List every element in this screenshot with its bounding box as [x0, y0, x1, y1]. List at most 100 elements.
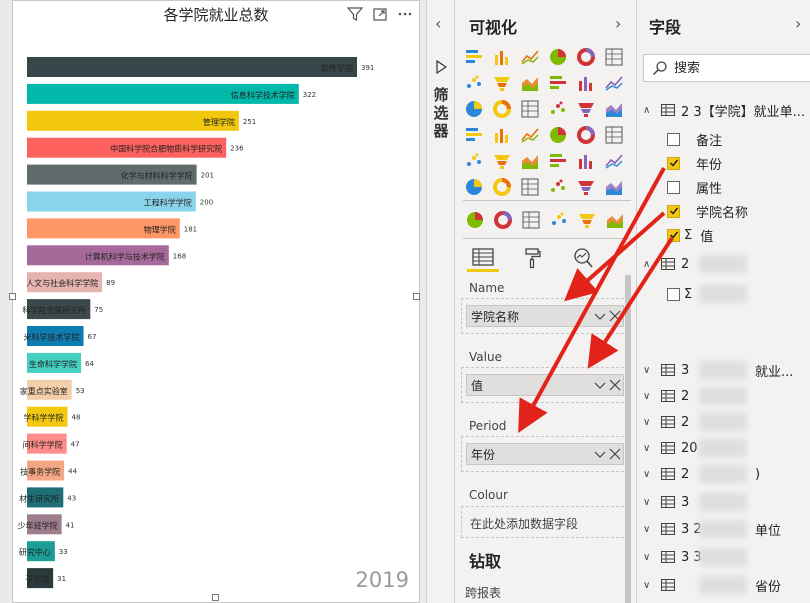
- fields-search[interactable]: [643, 54, 810, 82]
- field-item[interactable]: Σ值: [667, 223, 807, 247]
- hexbin-icon[interactable]: [575, 176, 597, 198]
- line-sparkline-icon[interactable]: [491, 208, 515, 232]
- chevron-down-icon[interactable]: ∨: [643, 497, 657, 508]
- visualizations-title: 可视化: [469, 18, 518, 37]
- checkbox[interactable]: [667, 132, 680, 146]
- stacked-area-icon[interactable]: [519, 72, 541, 94]
- period-field-chip[interactable]: 年份: [466, 443, 624, 465]
- chevron-down-icon[interactable]: ∨: [643, 469, 657, 480]
- chevron-down-icon[interactable]: [594, 309, 606, 323]
- table-expanded[interactable]: ∧ 2 3【学院】就业单...: [643, 98, 810, 122]
- clustered-bar-icon[interactable]: [519, 46, 541, 68]
- filters-label[interactable]: 筛选器: [432, 86, 450, 140]
- name-field-chip[interactable]: 学院名称: [466, 305, 624, 327]
- chevron-down-icon[interactable]: ∨: [643, 365, 657, 376]
- name-well[interactable]: 学院名称: [461, 298, 629, 334]
- globe-map-icon[interactable]: [463, 176, 485, 198]
- bar-label: 计算机科学与技术学院: [85, 251, 165, 261]
- chevron-up-icon[interactable]: ∧: [643, 259, 657, 270]
- more-visuals-icon[interactable]: [603, 176, 625, 198]
- colour-well[interactable]: 在此处添加数据字段: [461, 506, 629, 538]
- checkbox-checked[interactable]: [667, 204, 680, 218]
- checkbox-checked[interactable]: [667, 228, 680, 242]
- play-button-icon[interactable]: [603, 208, 627, 232]
- chevron-down-icon[interactable]: ∨: [643, 391, 657, 402]
- chevron-down-icon[interactable]: ∨: [643, 580, 657, 591]
- table-heatmap-icon[interactable]: [575, 208, 599, 232]
- stacked-bar-icon[interactable]: [463, 46, 485, 68]
- r-visual-icon[interactable]: [547, 150, 569, 172]
- stacked-column-icon[interactable]: [491, 46, 513, 68]
- field-name: 备注: [696, 133, 723, 149]
- analytics-tab[interactable]: [567, 244, 599, 272]
- 100-stacked-column-icon[interactable]: [603, 46, 625, 68]
- chevron-down-icon[interactable]: ∨: [643, 443, 657, 454]
- value-label: 75: [94, 306, 103, 314]
- key-influencers-icon[interactable]: [603, 150, 625, 172]
- play-axis-icon[interactable]: [463, 208, 487, 232]
- resize-handle-right[interactable]: [413, 293, 420, 300]
- pie-icon[interactable]: [547, 98, 569, 120]
- line-clustered-column-icon[interactable]: [575, 72, 597, 94]
- chevron-down-icon[interactable]: ∨: [643, 417, 657, 428]
- bar-chart-race-icon[interactable]: [547, 176, 569, 198]
- gauge-icon[interactable]: [519, 124, 541, 146]
- value-field-chip[interactable]: 值: [466, 374, 624, 396]
- table-icon[interactable]: [491, 150, 513, 172]
- field-item[interactable]: 备注: [667, 127, 807, 151]
- checkbox[interactable]: [667, 287, 680, 301]
- format-tab[interactable]: [517, 244, 549, 272]
- dot-plot-icon[interactable]: [519, 208, 543, 232]
- close-icon[interactable]: [609, 447, 621, 461]
- 100-stacked-bar-icon[interactable]: [575, 46, 597, 68]
- chevron-down-icon[interactable]: [594, 378, 606, 392]
- chevron-right-icon[interactable]: ›: [615, 14, 621, 33]
- field-name: 值: [700, 229, 714, 245]
- filters-pane-collapsed[interactable]: ‹ 筛选器: [427, 0, 455, 603]
- bullet-chart-icon[interactable]: [519, 176, 541, 198]
- card-icon[interactable]: [547, 124, 569, 146]
- value-well[interactable]: 值: [461, 367, 629, 403]
- map-icon[interactable]: [463, 124, 485, 146]
- waterfall-icon[interactable]: [463, 98, 485, 120]
- close-icon[interactable]: [609, 309, 621, 323]
- table-name-suffix: 省份: [755, 579, 782, 595]
- field-item[interactable]: 学院名称: [667, 199, 807, 223]
- area-chart-icon[interactable]: [491, 72, 513, 94]
- checkbox[interactable]: [667, 180, 680, 194]
- chevron-down-icon[interactable]: [594, 447, 606, 461]
- line-column-icon[interactable]: [547, 72, 569, 94]
- chevron-down-icon[interactable]: ∨: [643, 524, 657, 535]
- period-well[interactable]: 年份: [461, 436, 629, 472]
- field-item[interactable]: 年份: [667, 151, 807, 175]
- fields-tab[interactable]: [467, 244, 499, 272]
- checkbox-checked[interactable]: [667, 156, 680, 170]
- chevron-down-icon[interactable]: ∨: [643, 552, 657, 563]
- powerapps-icon[interactable]: [491, 176, 513, 198]
- scatter-icon[interactable]: [519, 98, 541, 120]
- close-icon[interactable]: [609, 378, 621, 392]
- bar-chart-race-visual[interactable]: 各学院就业总数 软件学院 391 信息科学技术学院 322 管理学院 251 中国科学院合肥…: [12, 0, 420, 603]
- chevron-left-icon[interactable]: ‹: [435, 14, 441, 33]
- clustered-column-icon[interactable]: [547, 46, 569, 68]
- table-icon: [661, 258, 675, 270]
- dot-matrix-icon[interactable]: [547, 208, 571, 232]
- resize-handle-bottom[interactable]: [212, 594, 219, 601]
- value-label: 89: [106, 279, 115, 287]
- treemap-icon[interactable]: [603, 98, 625, 120]
- search-input[interactable]: [674, 60, 794, 76]
- field-item[interactable]: 属性: [667, 175, 807, 199]
- chevron-up-icon[interactable]: ∧: [643, 105, 657, 116]
- funnel-icon[interactable]: [491, 98, 513, 120]
- line-chart-icon[interactable]: [463, 72, 485, 94]
- python-visual-icon[interactable]: [575, 150, 597, 172]
- kpi-icon[interactable]: [603, 124, 625, 146]
- chevron-right-icon[interactable]: ›: [795, 14, 801, 33]
- slicer-icon[interactable]: [463, 150, 485, 172]
- multirow-card-icon[interactable]: [575, 124, 597, 146]
- ribbon-chart-icon[interactable]: [603, 72, 625, 94]
- resize-handle-left[interactable]: [9, 293, 16, 300]
- matrix-icon[interactable]: [519, 150, 541, 172]
- donut-icon[interactable]: [575, 98, 597, 120]
- filled-map-icon[interactable]: [491, 124, 513, 146]
